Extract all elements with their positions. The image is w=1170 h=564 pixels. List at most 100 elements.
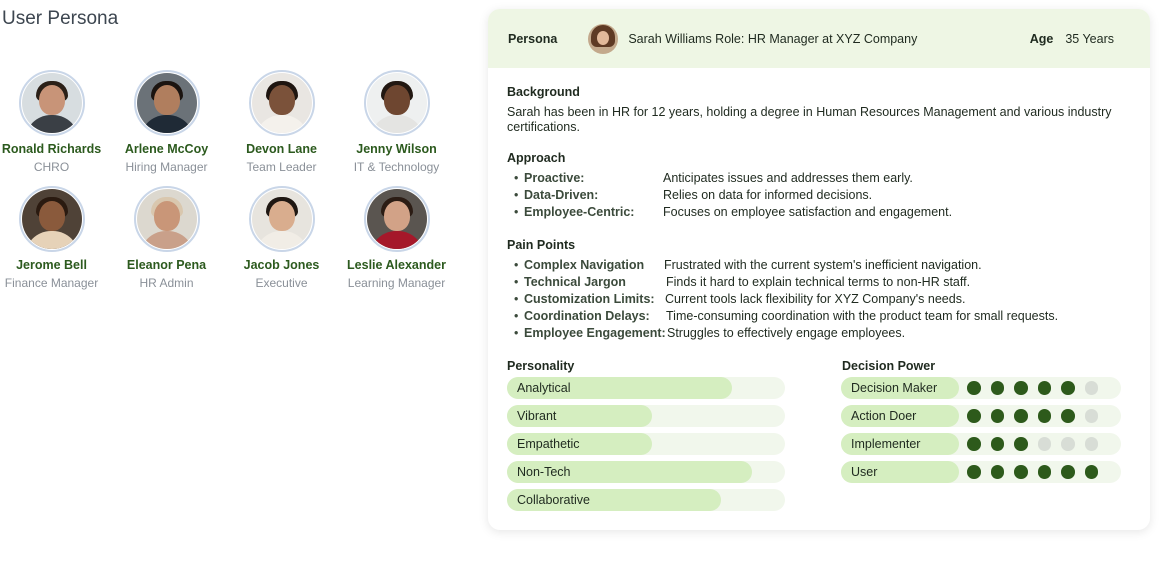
persona-card: Persona Sarah Williams Role: HR Manager … [488, 9, 1150, 530]
avatar [18, 70, 85, 136]
person-role: Hiring Manager [125, 160, 208, 174]
rating-dot-filled [967, 381, 981, 395]
person-role: Executive [255, 276, 308, 290]
decision-power-label: Decision Maker [841, 377, 959, 399]
rating-dot-filled [967, 465, 981, 479]
pain-point-key: Employee Engagement: [524, 326, 666, 340]
persona-avatar [588, 23, 619, 54]
rating-dots [967, 465, 1098, 479]
rating-dot-empty [1037, 437, 1051, 451]
decision-power-row: Decision Maker [841, 377, 1121, 399]
approach-item: • Proactive: Anticipates issues and addre… [514, 171, 913, 185]
pain-point-key: Customization Limits: [524, 292, 655, 306]
person-card[interactable]: Eleanor Pena HR Admin [109, 186, 224, 290]
person-card[interactable]: Leslie Alexander Learning Manager [339, 186, 454, 290]
person-name: Jacob Jones [243, 258, 320, 272]
avatar [133, 186, 200, 252]
person-name: Devon Lane [246, 142, 317, 156]
pain-point-value: Time-consuming coordination with the pro… [666, 309, 1059, 323]
person-name: Eleanor Pena [126, 258, 207, 272]
approach-value: Focuses on employee satisfaction and eng… [663, 205, 953, 219]
rating-dot-empty [1061, 437, 1075, 451]
person-card[interactable]: Ronald Richards CHRO [0, 70, 109, 174]
decision-power-row: Action Doer [841, 405, 1121, 427]
personality-bar-label: Vibrant [517, 409, 557, 423]
approach-item: • Employee-Centric: Focuses on employee s… [514, 205, 953, 219]
approach-item: • Data-Driven: Relies on data for informe… [514, 188, 873, 202]
pain-point-value: Current tools lack flexibility for XYZ C… [665, 292, 966, 306]
rating-dot-filled [990, 409, 1004, 423]
personality-bar: Empathetic [507, 433, 785, 455]
person-role: CHRO [33, 160, 70, 174]
pain-point-item: • Technical Jargon Finds it hard to expla… [514, 275, 971, 289]
rating-dot-filled [1014, 381, 1028, 395]
approach-key: Data-Driven: [524, 188, 599, 202]
avatar [248, 70, 315, 136]
rating-dot-filled [1037, 465, 1051, 479]
pain-point-key: Technical Jargon [524, 275, 626, 289]
decision-power-label: Action Doer [841, 405, 959, 427]
approach-title: Approach [507, 151, 566, 165]
rating-dot-filled [1014, 465, 1028, 479]
pain-points-title: Pain Points [507, 238, 576, 252]
pain-point-item: • Employee Engagement: Struggles to effec… [514, 326, 906, 340]
approach-value: Relies on data for informed decisions. [663, 188, 873, 202]
person-name: Arlene McCoy [124, 142, 209, 156]
rating-dot-filled [1061, 409, 1075, 423]
personality-bar-label: Non-Tech [517, 465, 571, 479]
rating-dots [967, 437, 1098, 451]
personality-bar: Collaborative [507, 489, 785, 511]
rating-dot-filled [1061, 465, 1075, 479]
approach-key: Proactive: [524, 171, 585, 185]
personality-bar-label: Analytical [517, 381, 571, 395]
avatar [363, 70, 430, 136]
persona-header: Persona Sarah Williams Role: HR Manager … [488, 9, 1150, 68]
rating-dot-filled [967, 409, 981, 423]
personality-bar: Vibrant [507, 405, 785, 427]
avatar [248, 186, 315, 252]
rating-dot-filled [990, 465, 1004, 479]
person-name: Leslie Alexander [347, 258, 446, 272]
pain-point-key: Complex Navigation [524, 258, 645, 272]
pain-point-item: • Complex Navigation Frustrated with the … [514, 258, 982, 272]
person-role: Team Leader [246, 160, 317, 174]
rating-dot-filled [1084, 465, 1098, 479]
person-role: Finance Manager [4, 276, 99, 290]
pain-point-value: Frustrated with the current system's ine… [664, 258, 982, 272]
background-title: Background [507, 85, 580, 99]
person-role: HR Admin [139, 276, 194, 290]
personality-bar: Non-Tech [507, 461, 785, 483]
person-card[interactable]: Arlene McCoy Hiring Manager [109, 70, 224, 174]
approach-value: Anticipates issues and addresses them ea… [663, 171, 913, 185]
person-card[interactable]: Jacob Jones Executive [224, 186, 339, 290]
personality-bar-label: Collaborative [517, 493, 590, 507]
avatar [133, 70, 200, 136]
rating-dot-filled [1014, 409, 1028, 423]
approach-key: Employee-Centric: [524, 205, 635, 219]
rating-dot-empty [1084, 437, 1098, 451]
age-label: Age [1029, 31, 1054, 46]
decision-power-row: Implementer [841, 433, 1121, 455]
rating-dot-filled [1037, 409, 1051, 423]
rating-dot-filled [990, 381, 1004, 395]
decision-power-title: Decision Power [842, 359, 936, 373]
person-card[interactable]: Jerome Bell Finance Manager [0, 186, 109, 290]
personality-bar-label: Empathetic [517, 437, 580, 451]
rating-dots [967, 381, 1098, 395]
personality-title: Personality [507, 359, 575, 373]
person-card[interactable]: Jenny Wilson IT & Technology [339, 70, 454, 174]
person-role: Learning Manager [347, 276, 446, 290]
decision-power-label: Implementer [841, 433, 959, 455]
rating-dot-filled [967, 437, 981, 451]
person-name: Jerome Bell [16, 258, 87, 272]
rating-dot-filled [1014, 437, 1028, 451]
person-card[interactable]: Devon Lane Team Leader [224, 70, 339, 174]
background-text: Sarah has been in HR for 12 years, holdi… [507, 105, 1112, 134]
persona-summary: Sarah Williams Role: HR Manager at XYZ C… [628, 31, 918, 46]
rating-dot-filled [1061, 381, 1075, 395]
pain-point-item: • Customization Limits: Current tools lac… [514, 292, 966, 306]
pain-point-value: Finds it hard to explain technical terms… [666, 275, 971, 289]
persona-label: Persona [508, 31, 558, 46]
rating-dots [967, 409, 1098, 423]
pain-point-value: Struggles to effectively engage employee… [667, 326, 906, 340]
